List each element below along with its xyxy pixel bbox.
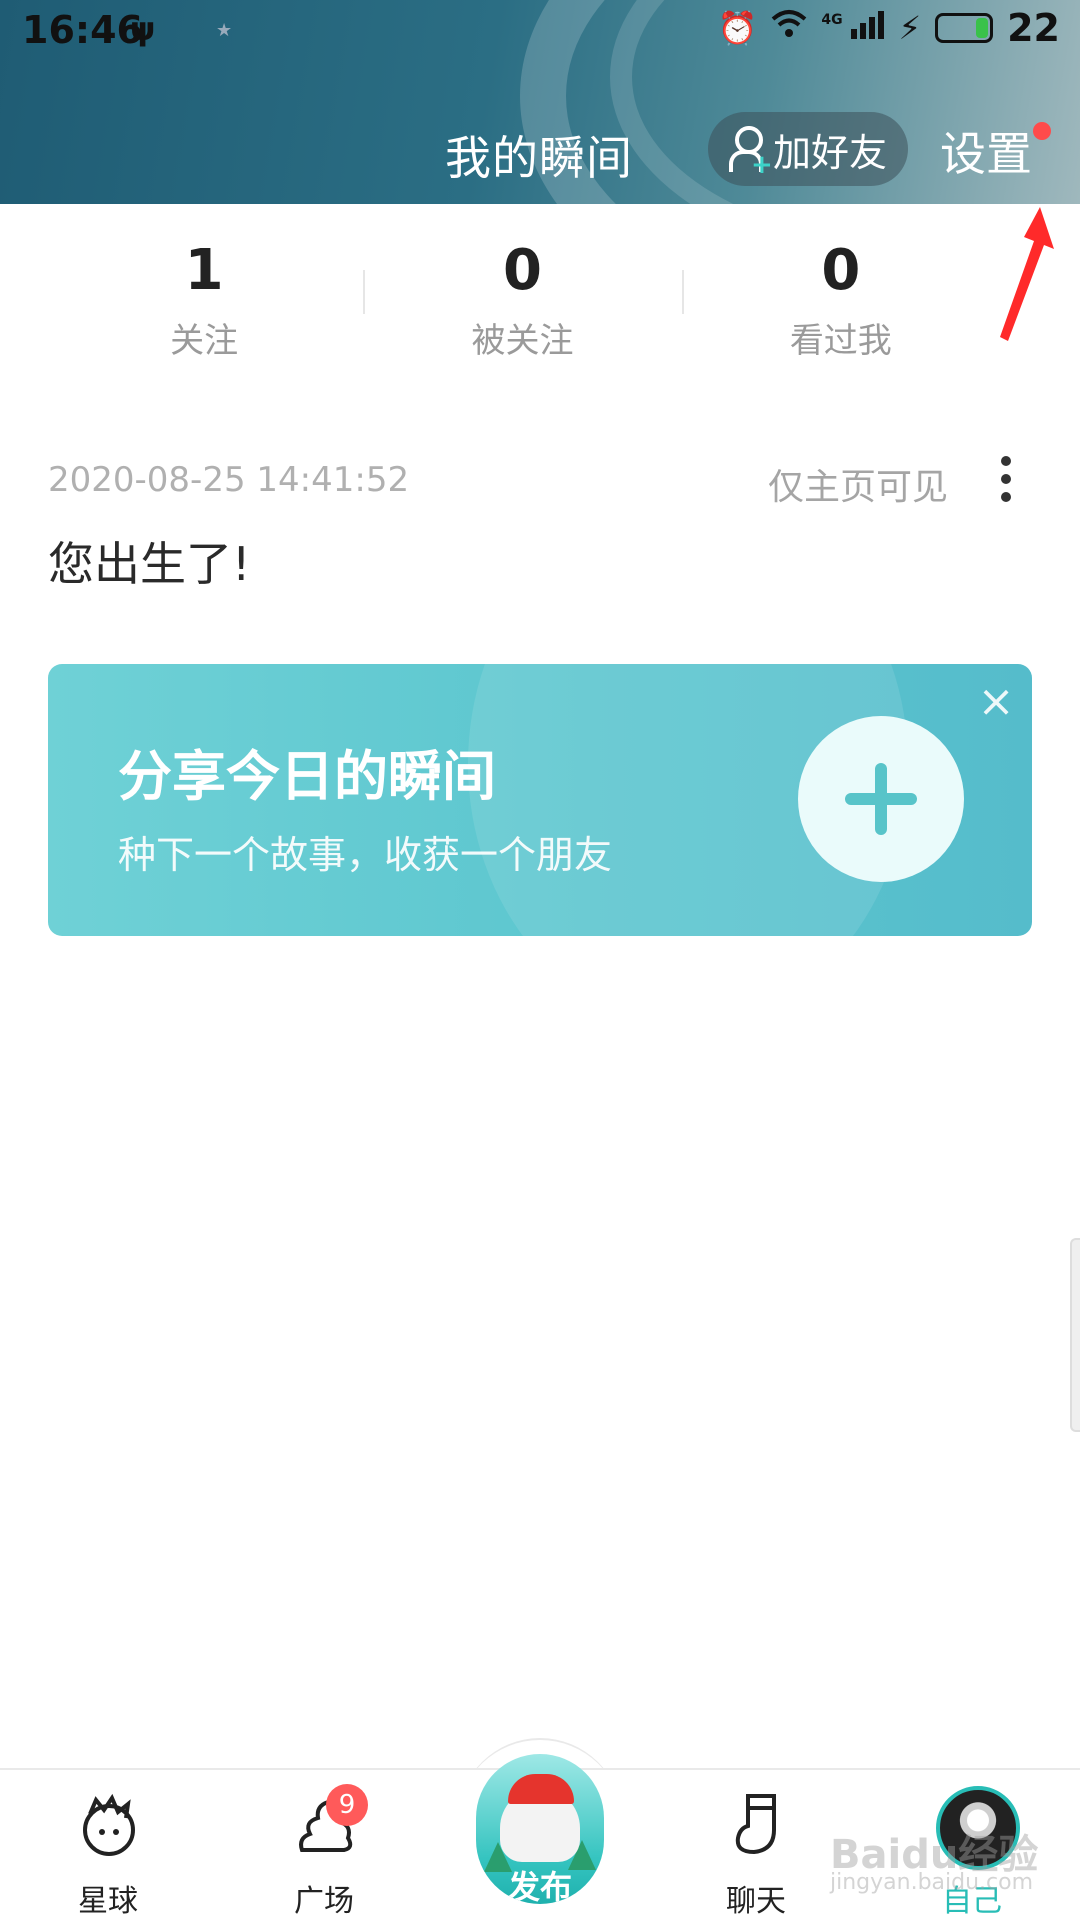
post-timestamp: 2020-08-25 14:41:52 — [48, 460, 410, 500]
notification-badge: 9 — [326, 1784, 368, 1826]
stat-value: 0 — [503, 238, 542, 303]
signal-icon — [850, 9, 885, 47]
share-banner[interactable]: 分享今日的瞬间 种下一个故事，收获一个朋友 × — [48, 664, 1032, 936]
tab-label: 聊天 — [726, 1884, 786, 1919]
tab-label: 星球 — [78, 1884, 138, 1919]
stat-followers[interactable]: 0 被关注 — [363, 220, 681, 370]
stats-row: 1 关注 0 被关注 0 看过我 — [0, 220, 1000, 370]
close-icon[interactable]: × — [976, 680, 1016, 724]
battery-icon — [935, 13, 994, 43]
add-friend-label: 加好友 — [772, 130, 887, 175]
tab-square[interactable]: 广场 — [244, 1770, 404, 1922]
stat-label: 被关注 — [471, 321, 574, 361]
star-icon: ★ — [216, 20, 233, 41]
stat-following[interactable]: 1 关注 — [45, 220, 363, 370]
santa-hat-icon — [508, 1774, 574, 1804]
status-bar: 16:46 ψ ★ ⏰ 4G ⚡ 22 — [0, 0, 1080, 60]
tab-label: 广场 — [294, 1884, 354, 1919]
add-user-icon: + — [728, 124, 773, 178]
status-time: 16:46 — [22, 8, 143, 52]
charging-icon: ⚡ — [898, 9, 922, 47]
add-moment-button[interactable] — [798, 716, 964, 882]
add-friend-button[interactable]: + 加好友 — [708, 112, 908, 186]
divider — [681, 270, 684, 314]
header-bar: 16:46 ψ ★ ⏰ 4G ⚡ 22 我的瞬间 + 加好友 设置 — [0, 0, 1080, 204]
side-drawer-handle[interactable] — [1070, 1238, 1080, 1432]
page-title: 我的瞬间 — [445, 131, 633, 185]
stat-value: 0 — [821, 238, 861, 303]
stat-value: 1 — [184, 238, 224, 303]
divider — [363, 270, 366, 314]
status-icons: ⏰ 4G ⚡ 22 — [718, 6, 1060, 50]
stat-label: 看过我 — [789, 321, 892, 361]
post-visibility: 仅主页可见 — [768, 467, 949, 508]
planet-icon — [83, 1793, 135, 1856]
publish-button[interactable]: 发布 — [476, 1754, 604, 1904]
banner-subtitle: 种下一个故事，收获一个朋友 — [118, 833, 613, 877]
annotation-arrow-icon — [1000, 207, 1054, 341]
post-content: 您出生了! — [48, 537, 251, 591]
battery-level: 22 — [1007, 6, 1060, 50]
watermark-url: jingyan.baidu.com — [830, 1870, 1034, 1895]
network-label: 4G — [821, 12, 843, 28]
tab-chat[interactable]: 聊天 — [676, 1770, 836, 1922]
publish-label: 发布 — [507, 1868, 572, 1904]
more-options-icon[interactable] — [996, 452, 1016, 508]
tab-planet[interactable]: 星球 — [28, 1770, 188, 1922]
banner-title: 分享今日的瞬间 — [118, 745, 496, 808]
stat-visitors[interactable]: 0 看过我 — [681, 220, 1000, 370]
usb-icon: ψ — [130, 10, 156, 48]
wifi-icon — [771, 9, 807, 47]
settings-button[interactable]: 设置 — [940, 118, 1032, 184]
alarm-icon: ⏰ — [717, 9, 758, 47]
sock-icon — [735, 1794, 776, 1855]
stat-label: 关注 — [170, 321, 239, 361]
notification-dot — [1033, 122, 1051, 140]
